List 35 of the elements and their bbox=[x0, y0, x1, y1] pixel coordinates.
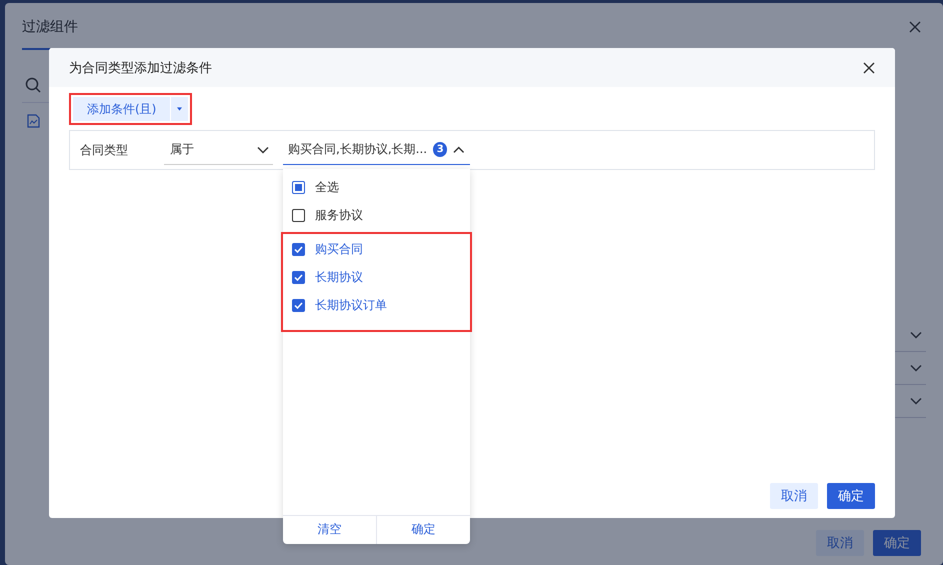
dialog-title: 为合同类型添加过滤条件 bbox=[69, 60, 212, 76]
option-label: 长期协议 bbox=[315, 269, 363, 286]
close-icon[interactable] bbox=[863, 62, 875, 74]
option-item[interactable]: 长期协议订单 bbox=[283, 292, 470, 320]
chart-file-icon bbox=[27, 114, 40, 128]
option-label: 购买合同 bbox=[315, 241, 363, 258]
option-label: 长期协议订单 bbox=[315, 297, 387, 314]
option-item[interactable]: 全选 bbox=[283, 174, 470, 202]
chevron-up-icon bbox=[453, 146, 465, 154]
confirm-button[interactable]: 确定 bbox=[376, 516, 470, 544]
option-item[interactable]: 购买合同 bbox=[283, 236, 470, 264]
chevron-down-icon bbox=[910, 364, 922, 372]
chevron-down-icon bbox=[910, 331, 922, 339]
operator-select[interactable]: 属于 bbox=[164, 136, 273, 164]
search-icon[interactable] bbox=[25, 77, 41, 93]
field-label: 合同类型 bbox=[80, 142, 129, 158]
checkbox[interactable] bbox=[292, 209, 305, 222]
option-label: 全选 bbox=[315, 179, 339, 196]
cancel-button[interactable]: 取消 bbox=[770, 483, 818, 509]
chevron-down-icon bbox=[910, 397, 922, 405]
option-label: 服务协议 bbox=[315, 207, 363, 224]
count-badge: 3 bbox=[433, 142, 448, 157]
checkbox[interactable] bbox=[292, 299, 305, 312]
checkbox[interactable] bbox=[292, 271, 305, 284]
clear-button[interactable]: 清空 bbox=[283, 516, 376, 544]
confirm-button[interactable]: 确定 bbox=[873, 530, 921, 556]
checkbox[interactable] bbox=[292, 181, 305, 194]
chevron-down-icon bbox=[257, 146, 269, 154]
caret-icon bbox=[177, 107, 182, 111]
option-item[interactable]: 服务协议 bbox=[283, 202, 470, 230]
dialog-title: 过滤组件 bbox=[22, 18, 78, 36]
option-item[interactable]: 长期协议 bbox=[283, 264, 470, 292]
confirm-button[interactable]: 确定 bbox=[827, 483, 875, 509]
checkbox[interactable] bbox=[292, 243, 305, 256]
add-condition-button[interactable]: 添加条件(且) bbox=[73, 97, 170, 121]
